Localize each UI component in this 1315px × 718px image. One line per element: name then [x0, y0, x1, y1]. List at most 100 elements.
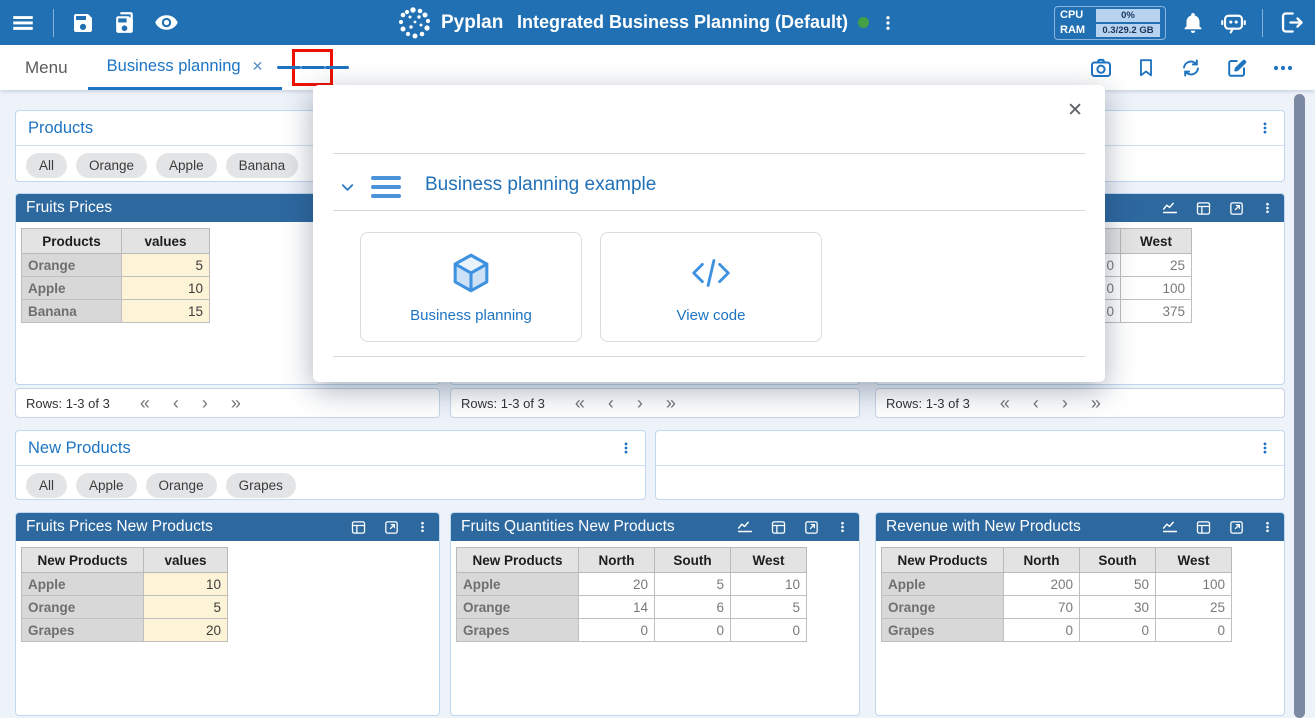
- table-row: Orange 5: [22, 254, 210, 277]
- panel-kebab-menu-icon[interactable]: [1258, 439, 1272, 457]
- row-label: Orange: [882, 596, 1004, 619]
- chip-apple[interactable]: Apple: [76, 473, 137, 498]
- value-cell[interactable]: 5: [655, 573, 731, 596]
- dashboard-menu-icon[interactable]: [277, 62, 349, 72]
- value-cell[interactable]: 15: [122, 300, 210, 323]
- prev-page-icon[interactable]: ‹: [608, 394, 614, 412]
- example-group-header[interactable]: Business planning example: [313, 165, 1105, 210]
- revenue-new-panel: Revenue with New Products New Products: [875, 512, 1285, 716]
- value-cell[interactable]: 6: [655, 596, 731, 619]
- table-row: Banana 15: [22, 300, 210, 323]
- vertical-scrollbar[interactable]: [1294, 94, 1305, 718]
- value-cell[interactable]: 10: [144, 573, 228, 596]
- chevron-down-icon[interactable]: [339, 179, 356, 201]
- widget-title: Fruits Prices New Products: [26, 518, 350, 536]
- preview-eye-icon[interactable]: [154, 10, 179, 35]
- modal-close-icon[interactable]: ✕: [1067, 99, 1083, 122]
- tab-business-planning[interactable]: Business planning ✕: [88, 45, 282, 90]
- save-icon[interactable]: [71, 11, 95, 35]
- row-label: Apple: [22, 277, 122, 300]
- ram-label: RAM: [1060, 24, 1091, 36]
- pivot-table-icon[interactable]: [1195, 519, 1212, 536]
- model-kebab-menu-icon[interactable]: [879, 13, 897, 33]
- notifications-bell-icon[interactable]: [1181, 11, 1205, 35]
- value-cell[interactable]: 14: [579, 596, 655, 619]
- tab-close-icon[interactable]: ✕: [252, 58, 264, 75]
- modal-divider: [333, 153, 1085, 154]
- next-page-icon[interactable]: ›: [202, 394, 208, 412]
- value-cell[interactable]: 10: [731, 573, 807, 596]
- last-page-icon[interactable]: »: [231, 394, 241, 412]
- widget-kebab-icon[interactable]: [836, 519, 849, 535]
- col-header: West: [1121, 229, 1192, 254]
- more-ellipsis-icon[interactable]: [1271, 56, 1295, 80]
- chip-list: All Apple Orange Grapes: [16, 466, 645, 505]
- first-page-icon[interactable]: «: [575, 394, 585, 412]
- value-cell[interactable]: 0: [655, 619, 731, 642]
- chip-apple[interactable]: Apple: [156, 153, 217, 178]
- value-cell[interactable]: 10: [122, 277, 210, 300]
- assistant-chat-icon[interactable]: [1220, 9, 1247, 36]
- chart-line-icon[interactable]: [1161, 199, 1179, 217]
- last-page-icon[interactable]: »: [1091, 394, 1101, 412]
- chart-line-icon[interactable]: [736, 518, 754, 536]
- value-cell[interactable]: 0: [579, 619, 655, 642]
- value-cell[interactable]: 5: [731, 596, 807, 619]
- value-cell[interactable]: 0: [731, 619, 807, 642]
- save-all-icon[interactable]: [112, 10, 137, 35]
- chip-orange[interactable]: Orange: [146, 473, 217, 498]
- panel-kebab-menu-icon[interactable]: [619, 439, 633, 457]
- value-cell[interactable]: 20: [579, 573, 655, 596]
- panel-kebab-menu-icon[interactable]: [1258, 119, 1272, 137]
- refresh-sync-icon[interactable]: [1179, 56, 1203, 80]
- business-planning-card[interactable]: Business planning: [360, 232, 582, 342]
- tab-label: Business planning: [107, 57, 241, 76]
- value-cell: 30: [1080, 596, 1156, 619]
- widget-kebab-icon[interactable]: [1261, 200, 1274, 216]
- edit-pencil-icon[interactable]: [1225, 56, 1249, 80]
- logout-icon[interactable]: [1278, 9, 1305, 36]
- next-page-icon[interactable]: ›: [1062, 394, 1068, 412]
- bookmark-icon[interactable]: [1135, 57, 1157, 79]
- pagination-controls: « ‹ › »: [575, 394, 676, 412]
- col-header: New Products: [457, 548, 579, 573]
- chart-line-icon[interactable]: [1161, 518, 1179, 536]
- view-code-card[interactable]: View code: [600, 232, 822, 342]
- menu-button[interactable]: Menu: [25, 45, 68, 90]
- value-cell[interactable]: 20: [144, 619, 228, 642]
- chip-all[interactable]: All: [26, 473, 67, 498]
- pivot-table-icon[interactable]: [770, 519, 787, 536]
- last-page-icon[interactable]: »: [666, 394, 676, 412]
- next-page-icon[interactable]: ›: [637, 394, 643, 412]
- screenshot-camera-icon[interactable]: [1089, 56, 1113, 80]
- prev-page-icon[interactable]: ‹: [1033, 394, 1039, 412]
- open-external-icon[interactable]: [803, 519, 820, 536]
- widget-title-bar: Revenue with New Products: [876, 513, 1284, 541]
- chip-grapes[interactable]: Grapes: [226, 473, 296, 498]
- fruits-prices-new-table: New Products values Apple 10 Orange 5 Gr…: [21, 547, 228, 642]
- pivot-table-icon[interactable]: [1195, 200, 1212, 217]
- widget-kebab-icon[interactable]: [1261, 519, 1274, 535]
- row-label: Apple: [22, 573, 144, 596]
- value-cell: 100: [1156, 573, 1232, 596]
- open-external-icon[interactable]: [1228, 200, 1245, 217]
- model-title: Integrated Business Planning (Default): [517, 12, 848, 33]
- widget-icons: [1161, 518, 1274, 536]
- main-menu-icon[interactable]: [10, 10, 36, 36]
- value-cell[interactable]: 5: [144, 596, 228, 619]
- chip-orange[interactable]: Orange: [76, 153, 147, 178]
- value-cell[interactable]: 5: [122, 254, 210, 277]
- fruits-prices-new-panel: Fruits Prices New Products New Products …: [15, 512, 440, 716]
- col-header: values: [144, 548, 228, 573]
- chip-all[interactable]: All: [26, 153, 67, 178]
- open-external-icon[interactable]: [383, 519, 400, 536]
- widget-kebab-icon[interactable]: [416, 519, 429, 535]
- status-green-dot: [858, 17, 869, 28]
- prev-page-icon[interactable]: ‹: [173, 394, 179, 412]
- open-external-icon[interactable]: [1228, 519, 1245, 536]
- first-page-icon[interactable]: «: [1000, 394, 1010, 412]
- pivot-table-icon[interactable]: [350, 519, 367, 536]
- chip-banana[interactable]: Banana: [226, 153, 299, 178]
- value-cell: 100: [1121, 277, 1192, 300]
- first-page-icon[interactable]: «: [140, 394, 150, 412]
